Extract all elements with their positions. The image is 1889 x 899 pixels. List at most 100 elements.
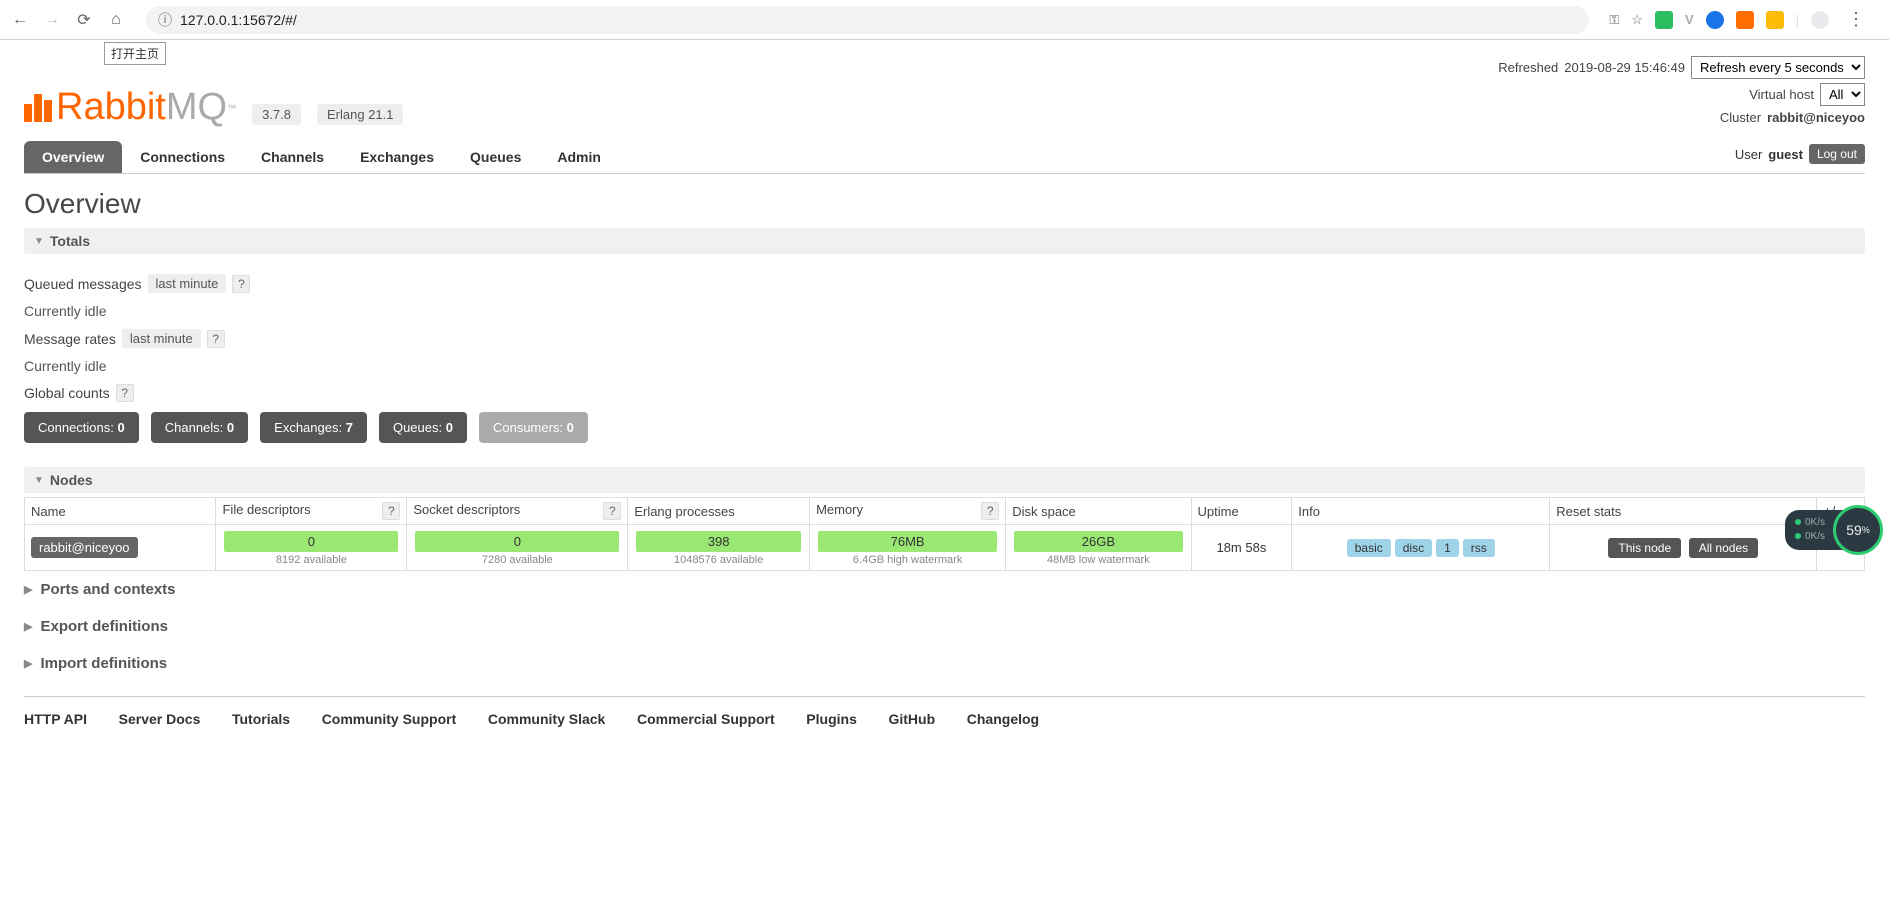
evernote-icon[interactable] xyxy=(1655,11,1673,29)
tab-connections[interactable]: Connections xyxy=(122,141,243,173)
perf-circle: 59% xyxy=(1833,505,1883,555)
ext-music-icon[interactable] xyxy=(1811,11,1829,29)
footer-changelog[interactable]: Changelog xyxy=(967,711,1039,727)
info-icon: ⓘ xyxy=(158,10,172,30)
section-export[interactable]: ▶ Export definitions xyxy=(24,608,1865,645)
fd-value: 0 xyxy=(224,531,398,552)
menu-icon[interactable]: ⋮ xyxy=(1841,9,1871,30)
footer-github[interactable]: GitHub xyxy=(888,711,935,727)
chevron-down-icon: ▼ xyxy=(34,236,44,247)
user-value: guest xyxy=(1768,147,1803,162)
footer-server-docs[interactable]: Server Docs xyxy=(119,711,201,727)
queued-range-chip[interactable]: last minute xyxy=(148,274,227,293)
col-uptime: Uptime xyxy=(1191,498,1292,525)
star-icon[interactable]: ☆ xyxy=(1631,12,1643,28)
footer-tutorials[interactable]: Tutorials xyxy=(232,711,290,727)
user-label: User xyxy=(1735,147,1762,162)
section-ports[interactable]: ▶ Ports and contexts xyxy=(24,571,1865,608)
url-text: 127.0.0.1:15672/#/ xyxy=(180,12,297,28)
section-import[interactable]: ▶ Import definitions xyxy=(24,645,1865,682)
tab-channels[interactable]: Channels xyxy=(243,141,342,173)
col-name: Name xyxy=(25,498,216,525)
ext-orange-icon[interactable] xyxy=(1736,11,1754,29)
extension-icons: ⚿ ☆ V | ⋮ xyxy=(1609,9,1879,30)
help-icon[interactable]: ? xyxy=(116,384,134,402)
ep-value: 398 xyxy=(636,531,801,552)
footer-community-support[interactable]: Community Support xyxy=(322,711,457,727)
footer-plugins[interactable]: Plugins xyxy=(806,711,857,727)
consumers-count-pill[interactable]: Consumers: 0 xyxy=(479,412,588,443)
info-rss-tag: rss xyxy=(1463,539,1495,557)
reset-this-node-button[interactable]: This node xyxy=(1608,538,1681,558)
chevron-right-icon: ▶ xyxy=(24,620,32,633)
down-dot-icon xyxy=(1795,533,1801,539)
disk-value: 26GB xyxy=(1014,531,1182,552)
ext-yellow-icon[interactable] xyxy=(1766,11,1784,29)
home-tooltip: 打开主页 xyxy=(104,42,166,65)
rates-status: Currently idle xyxy=(24,358,106,374)
browser-toolbar: ← → ⟳ ⌂ ⓘ 127.0.0.1:15672/#/ ⚿ ☆ V | ⋮ xyxy=(0,0,1889,40)
connections-count-pill[interactable]: Connections: 0 xyxy=(24,412,139,443)
info-basic-tag: basic xyxy=(1347,539,1391,557)
refreshed-label: Refreshed xyxy=(1498,60,1558,75)
global-counts-pills: Connections: 0 Channels: 0 Exchanges: 7 … xyxy=(24,412,1865,443)
col-sd: Socket descriptors ? xyxy=(407,498,628,525)
forward-icon[interactable]: → xyxy=(42,11,62,29)
col-reset: Reset stats xyxy=(1550,498,1817,525)
reset-all-nodes-button[interactable]: All nodes xyxy=(1689,538,1758,558)
footer-community-slack[interactable]: Community Slack xyxy=(488,711,605,727)
mem-sub: 6.4GB high watermark xyxy=(816,554,999,566)
key-icon[interactable]: ⚿ xyxy=(1609,12,1619,28)
cluster-value: rabbit@niceyoo xyxy=(1767,110,1865,125)
main-tabs: Overview Connections Channels Exchanges … xyxy=(24,141,1865,174)
vhost-label: Virtual host xyxy=(1749,87,1814,102)
channels-count-pill[interactable]: Channels: 0 xyxy=(151,412,248,443)
vue-icon[interactable]: V xyxy=(1685,12,1694,27)
chevron-right-icon: ▶ xyxy=(24,657,32,670)
vhost-select[interactable]: All xyxy=(1820,83,1865,106)
chevron-right-icon: ▶ xyxy=(24,583,32,596)
section-nodes-header[interactable]: ▼ Nodes xyxy=(24,467,1865,493)
col-disk: Disk space xyxy=(1006,498,1191,525)
tab-exchanges[interactable]: Exchanges xyxy=(342,141,452,173)
tab-overview[interactable]: Overview xyxy=(24,141,122,173)
help-icon[interactable]: ? xyxy=(207,330,225,348)
cluster-label: Cluster xyxy=(1720,110,1761,125)
uptime-value: 18m 58s xyxy=(1191,525,1292,571)
queues-count-pill[interactable]: Queues: 0 xyxy=(379,412,467,443)
performance-widget[interactable]: 0K/s 0K/s 59% xyxy=(1785,505,1883,555)
back-icon[interactable]: ← xyxy=(10,11,30,29)
logout-button[interactable]: Log out xyxy=(1809,144,1865,164)
mem-value: 76MB xyxy=(818,531,997,552)
help-icon[interactable]: ? xyxy=(603,502,621,520)
disk-sub: 48MB low watermark xyxy=(1012,554,1184,566)
help-icon[interactable]: ? xyxy=(981,502,999,520)
refresh-interval-select[interactable]: Refresh every 5 seconds xyxy=(1691,56,1865,79)
rabbitmq-logo: RabbitMQ™ xyxy=(24,86,236,129)
footer: HTTP API Server Docs Tutorials Community… xyxy=(24,696,1865,741)
home-icon[interactable]: ⌂ xyxy=(106,11,126,29)
help-icon[interactable]: ? xyxy=(232,275,250,293)
section-totals-header[interactable]: ▼ Totals xyxy=(24,228,1865,254)
footer-http-api[interactable]: HTTP API xyxy=(24,711,87,727)
url-bar[interactable]: ⓘ 127.0.0.1:15672/#/ xyxy=(146,6,1589,34)
header: RabbitMQ™ 3.7.8 Erlang 21.1 Refreshed 20… xyxy=(24,56,1865,129)
info-1-tag: 1 xyxy=(1436,539,1459,557)
tab-admin[interactable]: Admin xyxy=(539,141,619,173)
node-name[interactable]: rabbit@niceyoo xyxy=(31,537,138,558)
exchanges-count-pill[interactable]: Exchanges: 7 xyxy=(260,412,367,443)
reload-icon[interactable]: ⟳ xyxy=(74,10,94,30)
rates-range-chip[interactable]: last minute xyxy=(122,329,201,348)
table-row: rabbit@niceyoo 08192 available 07280 ava… xyxy=(25,525,1865,571)
help-icon[interactable]: ? xyxy=(382,502,400,520)
message-rates-label: Message rates xyxy=(24,331,116,347)
logo-bars-icon xyxy=(24,94,52,122)
tab-queues[interactable]: Queues xyxy=(452,141,539,173)
global-counts-label: Global counts xyxy=(24,385,110,401)
info-disc-tag: disc xyxy=(1395,539,1432,557)
ext-blue-icon[interactable] xyxy=(1706,11,1724,29)
version-badge: 3.7.8 xyxy=(252,104,301,125)
nodes-table: Name File descriptors ? Socket descripto… xyxy=(24,497,1865,571)
col-mem: Memory ? xyxy=(810,498,1006,525)
footer-commercial[interactable]: Commercial Support xyxy=(637,711,775,727)
